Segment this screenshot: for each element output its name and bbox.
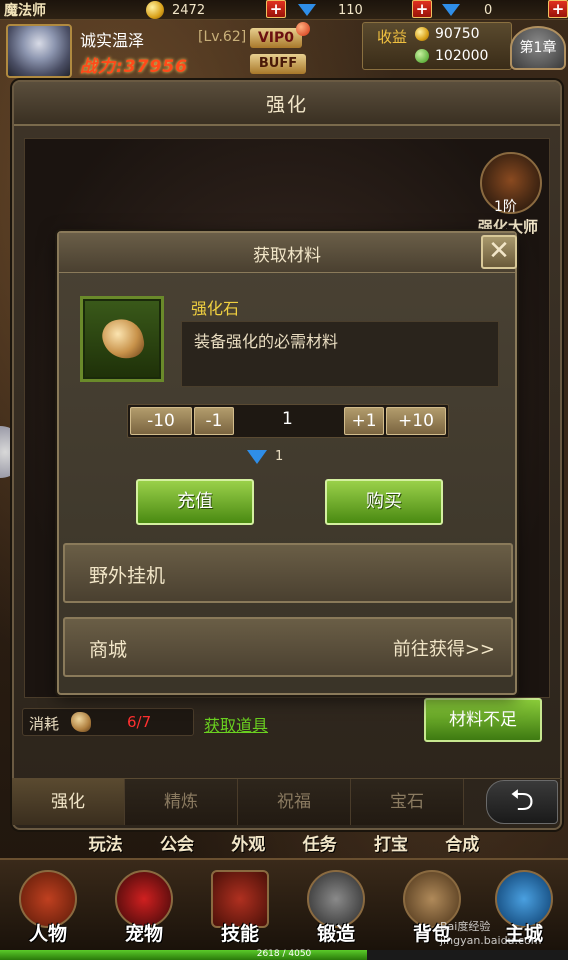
source-field-afk[interactable]: 野外挂机 — [63, 543, 513, 603]
enhance-stone-icon — [71, 712, 91, 732]
back-arrow-icon: ⮌ — [509, 783, 535, 818]
buff-button[interactable]: BUFF — [250, 54, 306, 74]
player-level: [Lv.62] — [198, 29, 247, 45]
diamond-icon — [247, 449, 267, 464]
quantity-stepper: -10 -1 1 +1 +10 — [127, 404, 449, 438]
subnav-craft[interactable]: 合成 — [445, 830, 479, 858]
add-gem-button[interactable]: + — [548, 0, 568, 18]
add-gold-button[interactable]: + — [266, 0, 286, 18]
item-name: 强化石 — [191, 299, 240, 318]
subnav-guild[interactable]: 公会 — [160, 830, 194, 858]
consume-value: 6/7 — [127, 713, 152, 731]
minus-1-button[interactable]: -1 — [194, 407, 234, 435]
source-label: 商城 — [89, 639, 128, 661]
gem-icon — [442, 4, 460, 16]
tab-bless[interactable]: 祝福 — [238, 779, 351, 825]
exp-bar: 2618 / 4050 — [0, 949, 568, 960]
plus-10-button[interactable]: +10 — [386, 407, 446, 435]
dialog-title: 获取材料 — [253, 246, 321, 266]
minus-10-button[interactable]: -10 — [130, 407, 192, 435]
tab-enhance[interactable]: 强化 — [12, 779, 125, 825]
subnav-treasure[interactable]: 打宝 — [374, 830, 408, 858]
income-gold: 90750 — [435, 26, 480, 42]
get-item-link[interactable]: 获取道具 — [204, 712, 268, 736]
panel-header: 强化 — [14, 82, 560, 126]
item-description-box: 装备强化的必需材料 — [181, 321, 499, 387]
nav-character[interactable]: 人物 — [8, 870, 88, 950]
exp-text: 2618 / 4050 — [256, 949, 312, 959]
source-label: 野外挂机 — [89, 565, 166, 587]
gold-coin-icon — [146, 1, 164, 19]
blue-diamond-icon — [298, 4, 316, 16]
add-diamond-button[interactable]: + — [412, 0, 432, 18]
get-materials-dialog: 获取材料 ✕ 强化石 装备强化的必需材料 -10 -1 1 +1 +10 1 充… — [57, 231, 517, 695]
quantity-value[interactable]: 1 — [282, 409, 293, 429]
enhance-stone-icon — [99, 315, 147, 363]
vip-notification-dot — [296, 22, 310, 36]
enhance-tabs: 强化 精炼 祝福 宝石 — [12, 778, 562, 826]
buy-button[interactable]: 购买 — [325, 479, 443, 525]
item-slot[interactable] — [80, 296, 164, 382]
vip-badge[interactable]: VIP0 — [250, 28, 302, 48]
close-button[interactable]: ✕ — [481, 235, 517, 269]
recharge-button[interactable]: 充值 — [136, 479, 254, 525]
back-button[interactable]: ⮌ — [486, 780, 558, 824]
tab-refine[interactable]: 精炼 — [125, 779, 238, 825]
item-description: 装备强化的必需材料 — [194, 332, 339, 351]
gem-counter: 0 — [442, 0, 492, 20]
plus-1-button[interactable]: +1 — [344, 407, 384, 435]
income-jade: 102000 — [435, 48, 489, 64]
close-icon: ✕ — [488, 236, 510, 266]
diamond-counter: 110 — [298, 0, 363, 20]
master-level: 1阶 — [494, 199, 517, 215]
tab-gem[interactable]: 宝石 — [351, 779, 464, 825]
gold-counter: 2472 — [146, 0, 205, 20]
cost-value: 1 — [275, 449, 284, 464]
gold-coin-icon — [415, 27, 429, 41]
player-avatar[interactable] — [6, 24, 72, 78]
income-label: 收益 — [377, 28, 408, 46]
consume-box: 消耗 6/7 — [22, 708, 194, 736]
resource-bar: 魔法师 2472 + 110 + 0 + — [0, 0, 568, 20]
jade-icon — [415, 49, 429, 63]
income-panel[interactable]: 收益 90750 102000 — [362, 22, 512, 70]
watermark: Bai度经验 jingyan.baidu.com — [440, 920, 542, 947]
subnav-gameplay[interactable]: 玩法 — [89, 830, 123, 858]
insufficient-materials-button[interactable]: 材料不足 — [424, 698, 542, 742]
cost-display: 1 — [247, 449, 283, 464]
nav-pet[interactable]: 宠物 — [104, 870, 184, 950]
sub-navigation: 玩法 公会 外观 任务 打宝 合成 — [0, 830, 568, 858]
player-name: 诚实温泽 — [80, 31, 145, 50]
source-shop[interactable]: 商城 前往获得>> — [63, 617, 513, 677]
nav-forge[interactable]: 锻造 — [296, 870, 376, 950]
consume-label: 消耗 — [29, 715, 60, 733]
nav-skill[interactable]: 技能 — [200, 870, 280, 950]
go-get-link[interactable]: 前往获得>> — [393, 635, 495, 661]
dialog-header: 获取材料 — [59, 233, 515, 273]
subnav-appearance[interactable]: 外观 — [231, 830, 265, 858]
subnav-quest[interactable]: 任务 — [303, 830, 337, 858]
combat-power: 战力:37956 — [80, 57, 188, 77]
panel-title: 强化 — [265, 94, 308, 116]
chapter-button[interactable]: 第1章 — [510, 26, 566, 70]
class-title: 魔法师 — [4, 3, 46, 19]
